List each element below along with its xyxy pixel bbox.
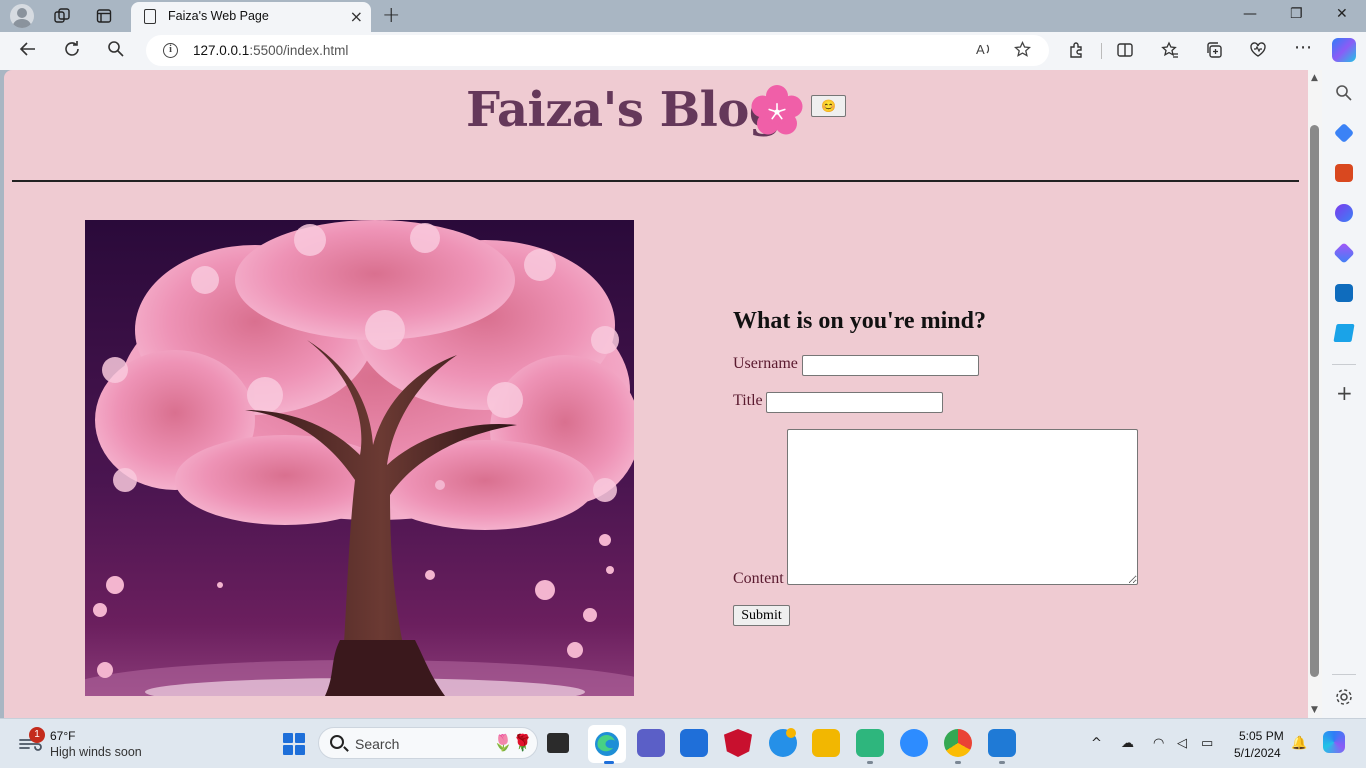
url-host: 127.0.0.1 — [193, 43, 250, 58]
browser-essentials-icon[interactable] — [1249, 41, 1267, 63]
vscode-app-icon[interactable] — [988, 729, 1016, 757]
url-path: :5500/index.html — [249, 43, 349, 58]
windows-start-icon[interactable] — [283, 733, 305, 755]
minimize-icon[interactable]: — — [1243, 6, 1257, 22]
clock-time[interactable]: 5:05 PM — [1239, 729, 1284, 743]
chevron-up-icon[interactable]: ^ — [1091, 736, 1102, 751]
close-window-icon[interactable]: ✕ — [1336, 6, 1348, 22]
new-tab-icon[interactable]: + — [382, 3, 400, 28]
chrome-app-icon[interactable] — [944, 729, 972, 757]
tab-title: Faiza's Web Page — [168, 9, 269, 23]
username-input[interactable] — [802, 355, 979, 376]
chrome-running-indicator — [955, 761, 961, 764]
vscode-running-indicator — [999, 761, 1005, 764]
battery-icon[interactable]: ▭ — [1201, 736, 1213, 751]
store-app-icon[interactable] — [680, 729, 708, 757]
arrow-left-icon[interactable] — [19, 40, 37, 63]
bell-icon[interactable]: 🔔 — [1291, 736, 1307, 751]
puzzle-icon[interactable] — [1068, 41, 1086, 63]
clock-date[interactable]: 5/1/2024 — [1234, 746, 1281, 760]
gear-icon[interactable] — [1335, 688, 1353, 710]
flowers-decoration-icon: 🌷🌹 — [493, 733, 533, 752]
page-scrollbar[interactable]: ▲ ▼ — [1308, 70, 1322, 718]
page-viewport: Faiza's Blog 😊 What is on you're mind? U… — [4, 70, 1308, 718]
shopping-tag-icon[interactable] — [1333, 122, 1355, 144]
task-view-icon[interactable] — [547, 733, 569, 753]
form-heading: What is on you're mind? — [733, 308, 986, 334]
tab-active[interactable]: Faiza's Web Page × — [131, 2, 371, 32]
profile-avatar-icon[interactable] — [10, 4, 34, 28]
teams-app-icon[interactable] — [637, 729, 665, 757]
microsoft-365-icon[interactable] — [1333, 242, 1355, 264]
zoom-app-icon[interactable] — [900, 729, 928, 757]
scrollbar-thumb[interactable] — [1310, 125, 1319, 677]
weather-description[interactable]: High winds soon — [50, 745, 142, 759]
edge-running-indicator — [604, 761, 614, 764]
weather-alert-badge: 1 — [29, 727, 45, 743]
url-text[interactable]: 127.0.0.1:5500/index.html — [193, 43, 348, 58]
page-icon — [144, 9, 156, 24]
edge-sidebar: + — [1322, 70, 1366, 718]
edge-app-icon[interactable] — [588, 725, 626, 763]
file-explorer-icon[interactable] — [812, 729, 840, 757]
add-icon[interactable]: + — [1336, 383, 1353, 403]
tools-briefcase-icon[interactable] — [1335, 164, 1353, 182]
title-label: Title — [733, 392, 763, 409]
submit-button[interactable]: Submit — [733, 605, 790, 626]
mcafee-app-icon[interactable] — [724, 729, 752, 757]
content-label: Content — [733, 570, 784, 587]
slack-app-icon[interactable] — [856, 729, 884, 757]
title-input[interactable] — [766, 392, 943, 413]
username-label: Username — [733, 355, 798, 372]
cherry-blossom-tree-image — [85, 220, 634, 696]
outlook-icon[interactable] — [1335, 284, 1353, 302]
scroll-down-icon[interactable]: ▼ — [1311, 705, 1318, 715]
emoji-button[interactable]: 😊 — [811, 95, 846, 117]
site-info-icon[interactable]: i — [163, 43, 178, 58]
collections-icon[interactable] — [1205, 41, 1223, 63]
sidebar-separator — [1332, 364, 1356, 365]
search-icon — [330, 735, 344, 749]
header-divider — [12, 180, 1299, 182]
slack-running-indicator — [867, 761, 873, 764]
search-icon[interactable] — [107, 40, 125, 63]
copilot-taskbar-icon[interactable] — [1323, 731, 1345, 753]
browser-tab-bar: Faiza's Web Page × + — ❐ ✕ — [0, 0, 1366, 32]
games-icon[interactable] — [1335, 204, 1353, 222]
more-options-icon[interactable]: ⋯ — [1294, 37, 1312, 58]
notification-dot — [786, 728, 796, 738]
star-icon[interactable] — [1013, 40, 1032, 62]
send-icon[interactable] — [1333, 324, 1355, 342]
cherry-blossom-icon — [751, 85, 803, 135]
restore-icon[interactable]: ❐ — [1290, 6, 1303, 22]
volume-icon[interactable]: ◁ — [1177, 736, 1187, 751]
split-screen-icon[interactable] — [1116, 41, 1134, 63]
close-tab-icon[interactable]: × — [350, 7, 363, 26]
windows-taskbar: 1 67°F High winds soon Search 🌷🌹 ^ ☁ ◠ ◁… — [0, 718, 1366, 768]
onedrive-icon[interactable]: ☁ — [1121, 736, 1134, 751]
taskbar-search-box[interactable]: Search 🌷🌹 — [318, 727, 538, 759]
refresh-icon[interactable] — [63, 40, 81, 63]
wifi-icon[interactable]: ◠ — [1153, 736, 1164, 751]
read-aloud-icon[interactable]: A — [976, 41, 992, 61]
toolbar-divider — [1101, 43, 1102, 59]
sidebar-search-icon[interactable] — [1335, 84, 1353, 106]
temperature[interactable]: 67°F — [50, 729, 75, 743]
copilot-icon[interactable] — [1332, 38, 1356, 62]
content-textarea[interactable] — [787, 429, 1138, 585]
sidebar-separator — [1332, 674, 1356, 675]
address-bar[interactable]: i 127.0.0.1:5500/index.html A — [146, 35, 1049, 66]
blog-title: Faiza's Blog — [466, 82, 782, 138]
favorites-icon[interactable] — [1161, 41, 1179, 63]
tab-actions-icon[interactable] — [91, 4, 117, 28]
address-bar-row: i 127.0.0.1:5500/index.html A ⋯ — [0, 32, 1366, 70]
svg-text:A: A — [976, 42, 985, 57]
workspaces-icon[interactable] — [49, 4, 75, 28]
taskbar-search-placeholder: Search — [355, 736, 400, 752]
scroll-up-icon[interactable]: ▲ — [1311, 73, 1318, 83]
